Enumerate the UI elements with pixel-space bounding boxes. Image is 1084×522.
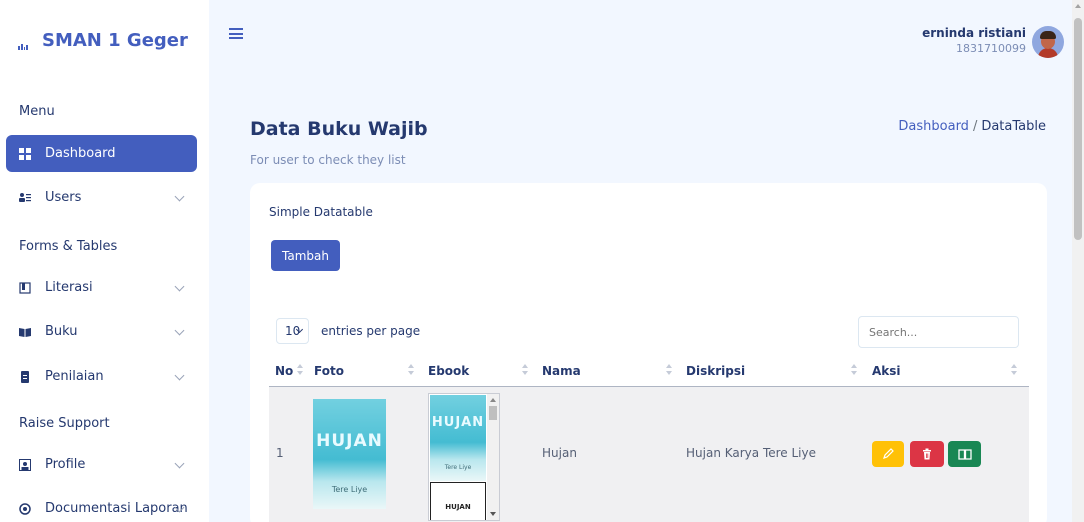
read-ebook-button[interactable] [948, 441, 981, 467]
sort-icon[interactable] [666, 363, 672, 377]
ebook-scrollbar[interactable] [487, 394, 499, 520]
hamburger-menu-icon[interactable] [229, 28, 243, 39]
ebook-viewer[interactable]: HUJAN Tere Liye HUJAN [428, 393, 500, 521]
grid-icon [19, 147, 31, 160]
edit-button[interactable] [872, 441, 904, 467]
sidebar-item-label: Dashboard [45, 146, 116, 161]
sidebar-item-label: Literasi [45, 280, 93, 295]
chevron-down-icon [174, 281, 185, 292]
breadcrumb-separator: / [972, 119, 978, 134]
per-page-label: entries per page [321, 324, 421, 338]
breadcrumb-home-link[interactable]: Dashboard [898, 119, 969, 134]
chevron-down-icon [174, 370, 185, 381]
cover-author: Tere Liye [331, 485, 368, 494]
ebook-title: HUJAN [431, 415, 485, 430]
sort-icon[interactable] [851, 363, 857, 377]
book-icon [19, 326, 31, 338]
header-nama[interactable]: Nama [542, 364, 581, 378]
search-input[interactable] [858, 316, 1019, 348]
sidebar-item-label: Buku [45, 324, 78, 339]
sidebar-item-literasi[interactable]: Literasi [6, 269, 197, 306]
ebook-page: HUJAN [430, 482, 486, 520]
datatable-card: Simple Datatable Tambah 10 entries per p… [250, 183, 1047, 522]
page-scrollbar[interactable] [1072, 0, 1084, 522]
add-button[interactable]: Tambah [271, 240, 340, 271]
sidebar-item-profile[interactable]: Profile [6, 446, 197, 483]
sidebar: SMAN 1 Geger Menu Dashboard Users Forms … [0, 0, 209, 522]
book-cover-image: HUJAN Tere Liye [313, 399, 386, 509]
sort-icon[interactable] [522, 363, 528, 377]
delete-button[interactable] [910, 441, 944, 467]
trash-icon [923, 448, 931, 460]
header-diskripsi[interactable]: Diskripsi [686, 364, 745, 378]
topbar: erninda ristiani 1831710099 [209, 0, 1072, 70]
header-aksi[interactable]: Aksi [872, 364, 901, 378]
user-id: 1831710099 [956, 42, 1026, 55]
cover-title: HUJAN [316, 431, 383, 451]
sidebar-item-label: Users [45, 190, 82, 205]
sort-icon[interactable] [408, 363, 414, 377]
chevron-down-icon [174, 458, 185, 469]
section-raise-support: Raise Support [19, 416, 110, 431]
sidebar-item-label: Documentasi Laporan [45, 501, 188, 516]
pencil-icon [883, 448, 894, 459]
scroll-up-icon[interactable] [490, 398, 496, 402]
cell-diskripsi: Hujan Karya Tere Liye [686, 446, 816, 460]
page-title: Data Buku Wajib [250, 118, 428, 140]
sidebar-item-users[interactable]: Users [6, 179, 197, 216]
sidebar-item-buku[interactable]: Buku [6, 313, 197, 350]
sort-icon[interactable] [1011, 363, 1017, 377]
section-menu: Menu [19, 104, 55, 119]
profile-icon [19, 458, 31, 471]
sort-icon[interactable] [297, 363, 303, 377]
scroll-thumb[interactable] [1074, 18, 1082, 240]
ebook-cover-image: HUJAN Tere Liye [430, 395, 486, 481]
ebook-page-title: HUJAN [445, 503, 471, 511]
bar-chart-icon [18, 40, 28, 50]
scroll-down-icon[interactable] [490, 512, 496, 516]
scroll-up-icon[interactable] [1075, 4, 1081, 8]
breadcrumb-current: DataTable [981, 119, 1046, 134]
breadcrumb: Dashboard / DataTable [898, 119, 1046, 134]
header-ebook[interactable]: Ebook [428, 364, 469, 378]
page-subtitle: For user to check they list [250, 153, 406, 167]
chevron-down-icon [174, 191, 185, 202]
user-name[interactable]: erninda ristiani [922, 26, 1026, 40]
card-title: Simple Datatable [269, 205, 373, 219]
file-icon [19, 370, 31, 383]
cell-nama: Hujan [542, 446, 577, 460]
section-forms-tables: Forms & Tables [19, 239, 118, 254]
avatar[interactable] [1032, 26, 1064, 58]
ebook-author: Tere Liye [444, 464, 472, 471]
chevron-down-icon [174, 325, 185, 336]
header-foto[interactable]: Foto [314, 364, 344, 378]
brand-title: SMAN 1 Geger [42, 30, 188, 51]
sidebar-item-label: Penilaian [45, 369, 104, 384]
book-read-icon [957, 449, 972, 460]
brand[interactable]: SMAN 1 Geger [18, 30, 188, 51]
book-open-icon [19, 281, 31, 294]
sidebar-item-dashboard[interactable]: Dashboard [6, 135, 197, 172]
sidebar-item-label: Profile [45, 457, 86, 472]
scroll-thumb[interactable] [489, 406, 497, 420]
cell-no: 1 [276, 446, 284, 460]
users-icon [19, 192, 31, 204]
sidebar-item-documentasi-laporan[interactable]: Documentasi Laporan [6, 490, 197, 522]
header-no[interactable]: No [275, 364, 293, 378]
per-page-select[interactable]: 10 [276, 318, 309, 344]
sidebar-item-penilaian[interactable]: Penilaian [6, 358, 197, 395]
globe-icon [19, 502, 31, 515]
